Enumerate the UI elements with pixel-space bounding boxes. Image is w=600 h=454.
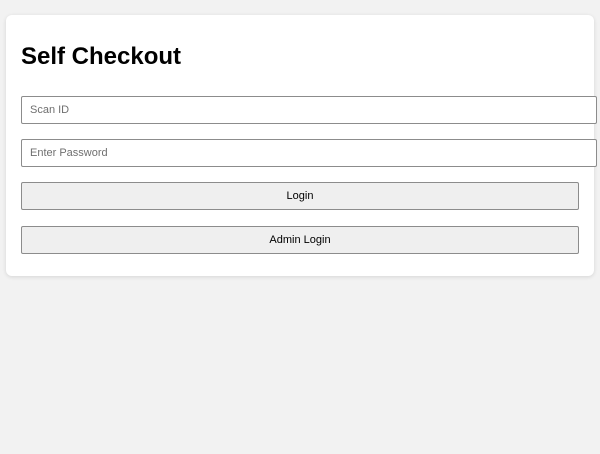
page-title: Self Checkout [21,43,182,70]
login-button[interactable]: Login [21,182,579,210]
scan-id-input[interactable] [21,96,597,124]
login-card: Self Checkout Login Admin Login [6,15,597,276]
admin-login-button[interactable]: Admin Login [21,226,579,254]
password-input[interactable] [21,139,597,167]
